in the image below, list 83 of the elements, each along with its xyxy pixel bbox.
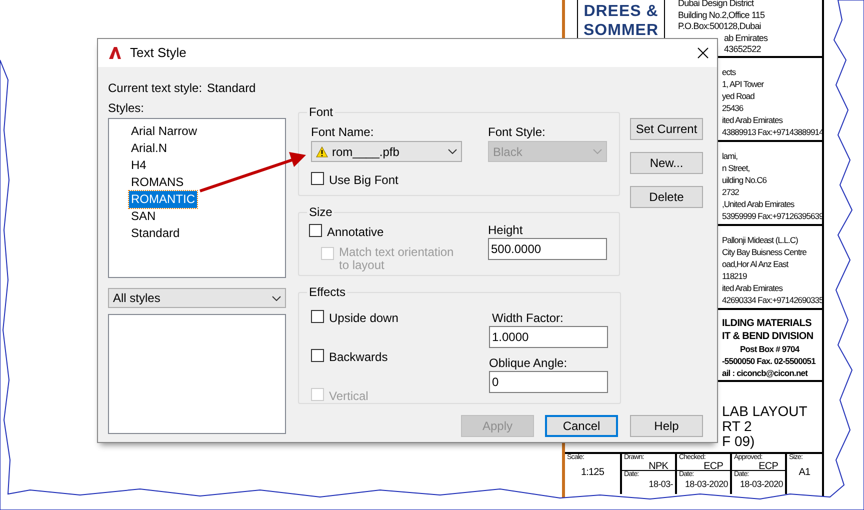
- font-name-value: rom____.pfb: [332, 144, 400, 160]
- current-style-label: Current text style:: [108, 80, 202, 95]
- group-label: Font: [308, 104, 334, 121]
- style-item[interactable]: Standard: [129, 225, 182, 242]
- address-line: P.O.Box:500128,Dubai: [678, 21, 762, 32]
- address-line: uilding No.C6: [722, 174, 768, 186]
- checkbox[interactable]: [311, 172, 324, 185]
- checkbox-label: Upside down: [329, 310, 398, 327]
- cell-value: 18-03-2020: [740, 479, 783, 489]
- address-line: ab Emirates: [724, 32, 768, 44]
- styles-label: Styles:: [108, 100, 146, 115]
- address-line: City Bay Buisness Centre: [722, 246, 808, 258]
- filter-dropdown[interactable]: All styles: [108, 288, 286, 308]
- dialog-button[interactable]: Cancel: [545, 415, 618, 437]
- company-text: IT & BEND DIVISION: [722, 330, 814, 343]
- checkbox[interactable]: [311, 310, 324, 323]
- height-field[interactable]: 500.0000: [488, 238, 607, 260]
- field-label: Height: [488, 222, 524, 237]
- font-name-dropdown[interactable]: rom____.pfb: [311, 141, 462, 162]
- checkbox[interactable]: [311, 349, 324, 362]
- cell-value: 1:125: [580, 468, 604, 478]
- company-text: Post Box # 9704: [740, 343, 800, 355]
- checkbox-label: Vertical: [329, 388, 368, 405]
- drawing-title: RT 2: [722, 419, 753, 434]
- address-line: lami,: [722, 150, 738, 162]
- company-text: -5500050 Fax. 02-5500051: [722, 355, 817, 367]
- logo-text: DREES &: [584, 2, 658, 21]
- field-label: Font Style:: [488, 124, 546, 139]
- address-line: 2732: [722, 186, 740, 198]
- company-text: ail : ciconcb@cicon.net: [722, 367, 809, 379]
- caret-icon: [448, 149, 457, 154]
- address-line: ,United Arab Emirates: [722, 198, 796, 210]
- cell-value: ECP: [758, 462, 778, 472]
- field-label: Oblique Angle:: [489, 355, 568, 370]
- address-line: oad,Hor Al Anz East: [722, 258, 790, 270]
- address-line: 25436: [722, 102, 744, 114]
- logo-text: SOMMER: [584, 21, 658, 40]
- warning-icon: [316, 146, 328, 158]
- checkbox-label: Backwards: [329, 349, 388, 366]
- address-line: ects: [722, 66, 737, 78]
- address-line: ited Arab Emirates: [722, 282, 784, 294]
- style-item[interactable]: SAN: [129, 208, 158, 225]
- checkbox-label: Annotative: [327, 224, 384, 241]
- drawing-title: F 09): [722, 434, 756, 449]
- current-style-value: Standard: [207, 80, 256, 95]
- style-item[interactable]: ROMANTIC: [129, 191, 197, 208]
- style-item[interactable]: Arial.N: [129, 140, 170, 157]
- caret-icon: [593, 149, 602, 154]
- checkbox-label: Match text orientation to layout: [339, 246, 455, 272]
- address-line: 43652522: [724, 44, 762, 56]
- dialog-button[interactable]: Set Current: [630, 118, 703, 140]
- dialog-button[interactable]: New...: [630, 152, 703, 174]
- dialog-button[interactable]: Delete: [630, 186, 703, 208]
- drawing-title: LAB LAYOUT: [722, 404, 808, 419]
- checkbox[interactable]: [309, 224, 322, 237]
- checkbox-label: Use Big Font: [329, 172, 398, 189]
- group-label: Effects: [308, 284, 346, 301]
- company-text: ILDING MATERIALS: [722, 317, 812, 330]
- cell-value: 18-03-2020: [684, 479, 728, 489]
- address-line: yed Road: [722, 90, 756, 102]
- app-logo-icon: [108, 46, 122, 60]
- field-label: Font Name:: [311, 124, 375, 139]
- address-line: Pallonji Mideast (L.L.C): [722, 234, 799, 246]
- style-item[interactable]: ROMANS: [129, 174, 186, 191]
- cell-value: NPK: [648, 462, 668, 472]
- close-icon[interactable]: [697, 47, 709, 59]
- cell-value: A1: [798, 468, 810, 478]
- style-item[interactable]: H4: [129, 157, 148, 174]
- cell-value: ECP: [704, 462, 723, 472]
- address-line: Building No.2,Office 115: [678, 10, 766, 21]
- oblique-angle-field[interactable]: 0: [489, 371, 608, 393]
- style-item[interactable]: Arial Narrow: [129, 123, 200, 140]
- dialog-button[interactable]: Help: [630, 415, 703, 437]
- address-line: 118219: [722, 270, 748, 282]
- group-label: Size: [308, 204, 334, 221]
- address-line: ited Arab Emirates: [722, 114, 784, 126]
- window-title: Text Style: [130, 44, 186, 62]
- address-line: 1, API Tower: [722, 78, 765, 90]
- width-factor-field[interactable]: 1.0000: [489, 326, 608, 348]
- cell-value: 18-03-: [648, 479, 673, 489]
- address-line: n Street,: [722, 162, 751, 174]
- caret-icon: [272, 296, 281, 300]
- field-label: Width Factor:: [492, 310, 564, 325]
